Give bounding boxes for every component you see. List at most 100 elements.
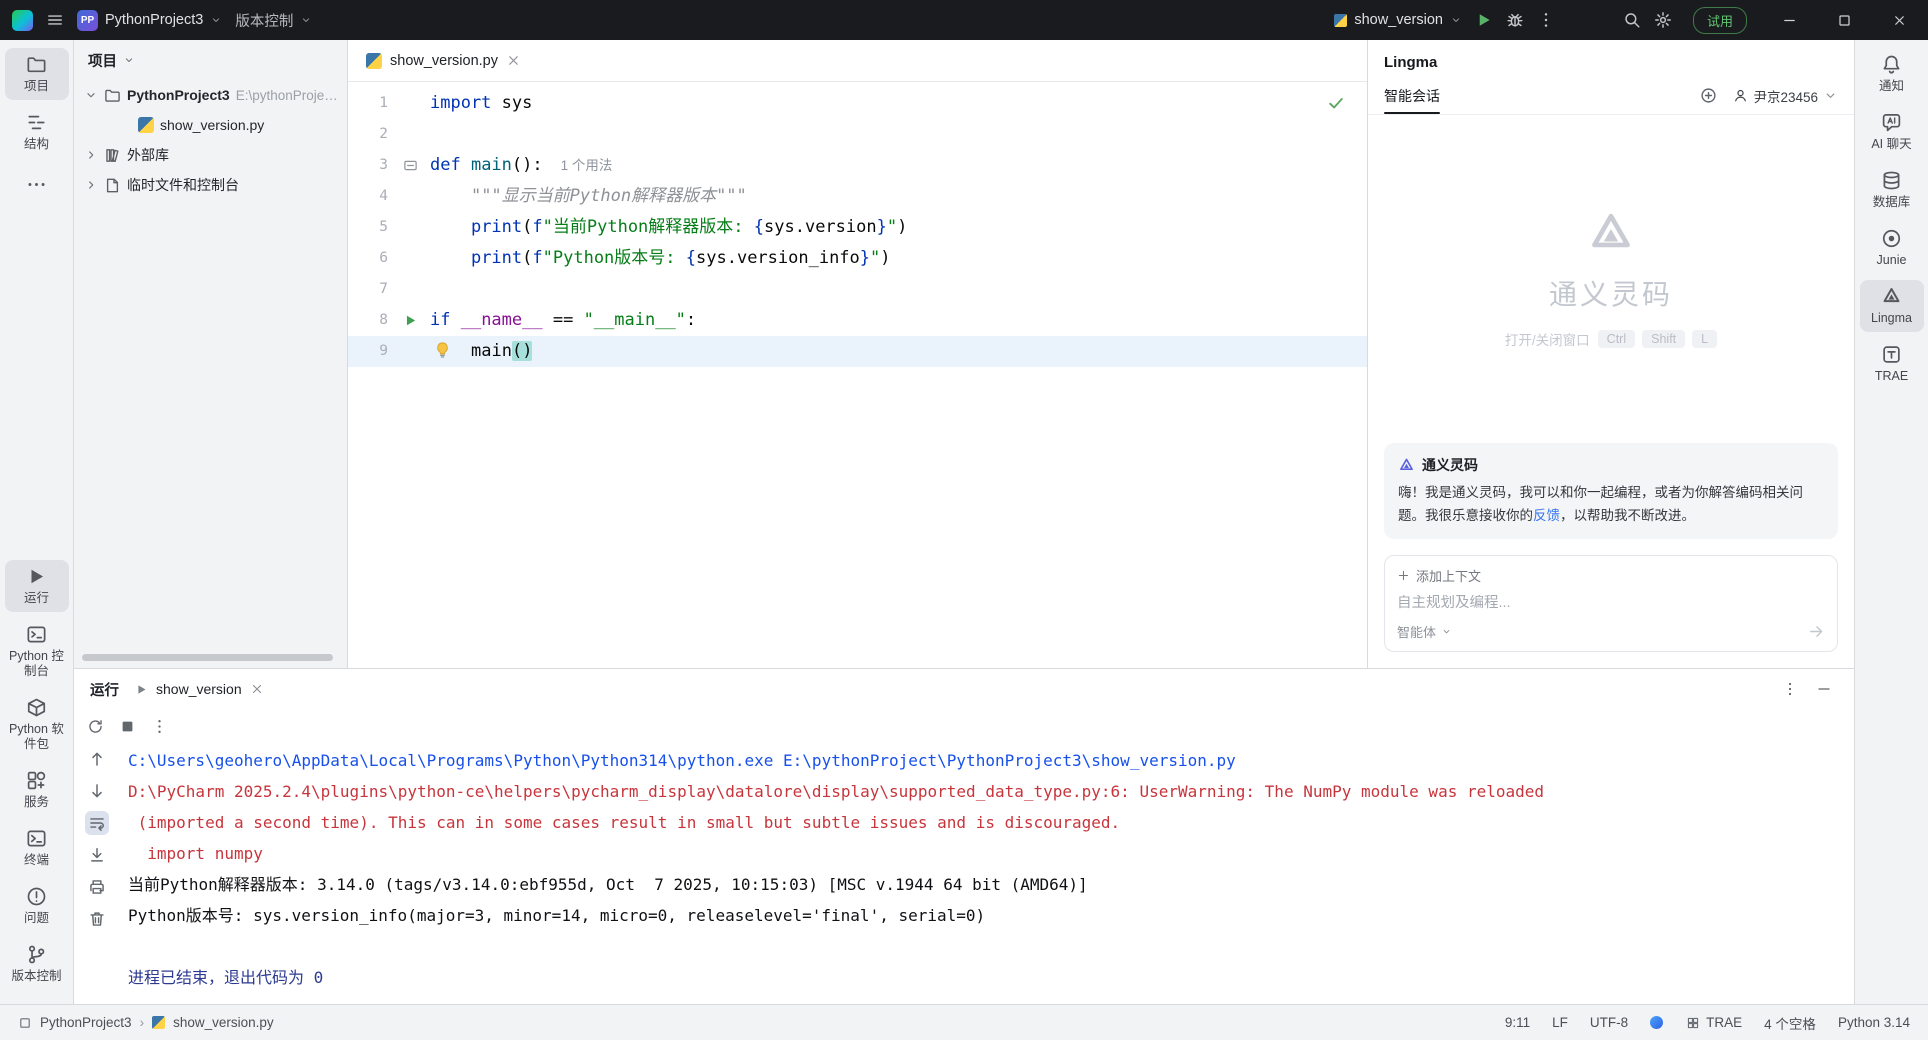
stripe-label: 结构	[23, 137, 49, 151]
status-line-separator[interactable]: LF	[1552, 1015, 1568, 1030]
new-chat-icon[interactable]	[1700, 87, 1717, 104]
debug-button[interactable]	[1506, 11, 1524, 29]
clear-console-icon[interactable]	[85, 907, 109, 931]
scroll-to-end-icon[interactable]	[85, 843, 109, 867]
prev-occurrence-icon[interactable]	[85, 747, 109, 771]
project-panel-header[interactable]: 项目	[74, 40, 347, 80]
console-output[interactable]: C:\Users\geohero\AppData\Local\Programs\…	[120, 743, 1854, 1004]
tool-stripe-run[interactable]: 运行	[4, 560, 69, 612]
code-line-7[interactable]: 7	[348, 274, 1367, 305]
console-more-icon[interactable]	[151, 718, 168, 735]
lingma-user-menu[interactable]: 尹京23456	[1733, 86, 1838, 106]
feedback-link[interactable]: 反馈	[1533, 508, 1560, 523]
status-indent[interactable]: 4 个空格	[1764, 1013, 1816, 1033]
tool-stripe-version-control[interactable]: 版本控制	[5, 938, 69, 990]
send-icon[interactable]	[1808, 623, 1825, 640]
code-line-6[interactable]: 6 print(f"Python版本号: {sys.version_info}"…	[348, 243, 1367, 274]
code-line-2[interactable]: 2	[348, 119, 1367, 150]
code-line-5[interactable]: 5 print(f"当前Python解释器版本: {sys.version}")	[348, 212, 1367, 243]
tool-stripe-database[interactable]: 数据库	[1860, 164, 1924, 216]
soft-wrap-icon[interactable]	[85, 811, 109, 835]
more-actions-icon[interactable]	[1537, 11, 1555, 29]
gutter[interactable]	[390, 305, 430, 336]
print-icon[interactable]	[85, 875, 109, 899]
maximize-icon	[1837, 13, 1852, 28]
tree-item-root[interactable]: PythonProject3 E:\pythonProject\P	[74, 80, 347, 110]
tab-smart-chat[interactable]: 智能会话	[1384, 77, 1440, 114]
lingma-input-box: 添加上下文 智能体	[1384, 555, 1838, 652]
tool-stripe-trae[interactable]: TRAE	[1860, 338, 1924, 390]
status-encoding[interactable]: UTF-8	[1590, 1015, 1628, 1030]
tree-item-scratches[interactable]: 临时文件和控制台	[74, 170, 347, 200]
status-caret-position[interactable]: 9:11	[1505, 1015, 1530, 1030]
minimize-button[interactable]	[1768, 0, 1810, 40]
status-trae[interactable]: TRAE	[1686, 1015, 1742, 1030]
main-menu-icon[interactable]	[46, 11, 64, 29]
keycap-ctrl: Ctrl	[1597, 330, 1636, 349]
code-text: print(f"Python版本号: {sys.version_info}")	[470, 248, 891, 268]
status-lingma[interactable]	[1650, 1015, 1664, 1030]
settings-gear-icon[interactable]	[1654, 11, 1672, 29]
rerun-icon[interactable]	[87, 718, 104, 735]
trial-badge[interactable]: 试用	[1692, 6, 1747, 34]
python-icon	[1334, 13, 1348, 27]
lingma-brand: 通义灵码	[1548, 279, 1673, 311]
project-selector[interactable]: PP PythonProject3	[77, 9, 222, 31]
tool-stripe-more[interactable]	[5, 164, 69, 204]
tool-stripe-terminal[interactable]: 终端	[5, 822, 69, 874]
close-tab-icon[interactable]	[250, 682, 264, 696]
code-text: """显示当前Python解释器版本"""	[470, 186, 747, 206]
code-line-4[interactable]: 4 """显示当前Python解释器版本"""	[348, 181, 1367, 212]
code-line-8[interactable]: 8 if __name__ == "__main__":	[348, 305, 1367, 336]
tool-stripe-lingma[interactable]: Lingma	[1859, 280, 1924, 332]
tool-stripe-junie[interactable]: Junie	[1860, 222, 1924, 274]
stop-icon[interactable]	[119, 718, 136, 735]
breadcrumb-file[interactable]: show_version.py	[173, 1015, 274, 1030]
tool-stripe-services[interactable]: 服务	[5, 764, 69, 816]
tool-stripe-ai-chat[interactable]: AI 聊天	[1860, 106, 1924, 158]
breadcrumb-project[interactable]: PythonProject3	[40, 1015, 132, 1030]
code-editor[interactable]: 1 import sys 2 3 def main(): 1 个用法 4 """显示当前Py…	[348, 82, 1367, 668]
hide-panel-icon[interactable]	[1816, 681, 1832, 697]
tool-stripe-structure[interactable]: 结构	[5, 106, 69, 158]
panel-options-icon[interactable]	[1782, 681, 1798, 697]
console-side-toolbar	[74, 743, 120, 1004]
vcs-widget[interactable]: 版本控制	[235, 10, 312, 31]
code-line-1[interactable]: 1 import sys	[348, 88, 1367, 119]
stripe-label: 通知	[1878, 79, 1904, 93]
tool-stripe-python-console[interactable]: Python 控制台	[5, 618, 69, 685]
python-file-icon	[138, 117, 154, 133]
tool-stripe-notifications[interactable]: 通知	[1860, 48, 1924, 100]
run-button[interactable]	[1475, 11, 1493, 29]
lingma-chat-input[interactable]	[1397, 595, 1825, 611]
tree-item-show-version-file[interactable]: show_version.py	[74, 110, 347, 140]
tool-stripe-project[interactable]: 项目	[4, 48, 69, 100]
tool-stripe-python-packages[interactable]: Python 软件包	[5, 691, 69, 758]
gutter[interactable]	[390, 150, 430, 181]
code-line-9[interactable]: 9 main()	[348, 336, 1367, 367]
next-occurrence-icon[interactable]	[85, 779, 109, 803]
close-tab-icon[interactable]	[506, 53, 521, 68]
stripe-label: Lingma	[1871, 311, 1912, 325]
run-panel-title: 运行	[90, 682, 119, 699]
tool-stripe-problems[interactable]: 问题	[5, 880, 69, 932]
tree-item-external-libraries[interactable]: 外部库	[74, 140, 347, 170]
run-tab[interactable]: show_version	[135, 681, 264, 697]
lingma-username: 尹京23456	[1753, 89, 1818, 105]
breadcrumb[interactable]: PythonProject3 show_version.py	[18, 1015, 274, 1030]
status-interpreter[interactable]: Python 3.14	[1838, 1015, 1910, 1030]
code-text: print(f"当前Python解释器版本: {sys.version}")	[470, 217, 908, 237]
inspections-ok-icon[interactable]	[1327, 94, 1345, 112]
gutter	[390, 274, 430, 305]
maximize-button[interactable]	[1823, 0, 1865, 40]
add-context-button[interactable]: 添加上下文	[1397, 566, 1825, 585]
keycap-shift: Shift	[1642, 330, 1686, 349]
close-button[interactable]	[1878, 0, 1920, 40]
agent-mode-selector[interactable]: 智能体	[1397, 622, 1452, 641]
code-line-3[interactable]: 3 def main(): 1 个用法	[348, 150, 1367, 181]
search-everywhere-icon[interactable]	[1623, 11, 1641, 29]
run-config-selector[interactable]: show_version	[1334, 12, 1462, 28]
horizontal-scrollbar[interactable]	[82, 654, 333, 661]
editor-tab[interactable]: show_version.py	[354, 40, 533, 81]
chevright-icon	[84, 178, 98, 192]
